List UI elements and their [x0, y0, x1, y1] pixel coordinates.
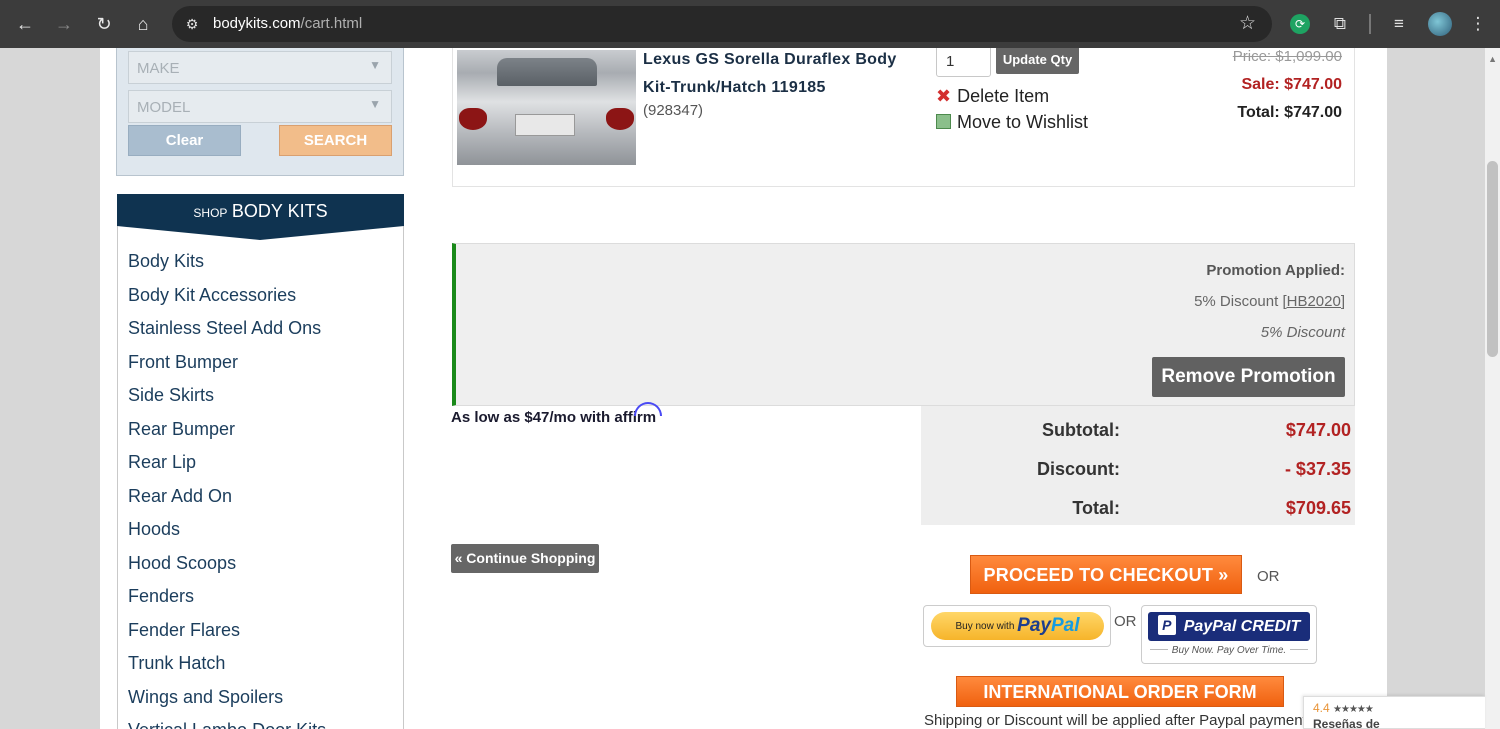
shipping-note: Shipping or Discount will be applied aft…	[924, 712, 1304, 729]
reviews-widget[interactable]: 4.4 ★★★★★ Reseñas de	[1303, 696, 1485, 729]
category-item[interactable]: Side Skirts	[128, 384, 326, 418]
review-rating: 4.4	[1313, 701, 1330, 715]
order-totals: Subtotal: $747.00 Discount: - $37.35 Tot…	[921, 406, 1355, 525]
paypal-credit-tagline: Buy Now. Pay Over Time.	[1142, 645, 1316, 656]
category-item[interactable]: Wings and Spoilers	[128, 686, 326, 720]
browser-toolbar: ← → ↻ ⌂ ⚙ bodykits.com/cart.html ☆ ⟳ ⧉ ≡…	[0, 0, 1500, 48]
subtotal-row: Subtotal: $747.00	[1042, 420, 1351, 440]
reviews-label: Reseñas de	[1313, 717, 1380, 729]
paypal-logo: PayPal	[1017, 615, 1080, 636]
move-to-wishlist-link[interactable]: Move to Wishlist	[936, 112, 1088, 133]
sale-price: Sale: $747.00	[1241, 76, 1342, 93]
original-price: Price: $1,099.00	[1232, 48, 1342, 65]
star-rating-icon: ★★★★★	[1333, 704, 1374, 715]
page-viewport: MAKE ▼ MODEL ▼ Clear SEARCH SHOP BODY KI…	[0, 48, 1500, 729]
category-item[interactable]: Hood Scoops	[128, 552, 326, 586]
reading-list-icon[interactable]: ≡	[1387, 12, 1411, 36]
or-label: OR	[1114, 613, 1137, 630]
promotion-heading: Promotion Applied:	[1206, 262, 1345, 279]
toolbar-divider	[1369, 14, 1371, 34]
extensions-puzzle-icon[interactable]: ⧉	[1328, 12, 1352, 36]
proceed-to-checkout-button[interactable]: PROCEED TO CHECKOUT »	[970, 555, 1242, 594]
promotion-panel: Promotion Applied: 5% Discount [HB2020] …	[452, 243, 1355, 406]
bookmark-star-icon[interactable]: ☆	[1239, 13, 1256, 35]
extension-icon[interactable]: ⟳	[1290, 14, 1310, 34]
category-item[interactable]: Front Bumper	[128, 351, 326, 385]
chevron-down-icon: ▼	[369, 97, 381, 111]
shop-body-kits-header: SHOP BODY KITS	[117, 194, 404, 226]
remove-promotion-button[interactable]: Remove Promotion	[1152, 357, 1345, 397]
wishlist-icon	[936, 114, 951, 129]
affirm-financing-link[interactable]: As low as $47/mo with affirm	[451, 402, 663, 426]
product-name-link[interactable]: Lexus GS Sorella Duraflex Body Kit-Trunk…	[643, 48, 903, 102]
discount-row: Discount: - $37.35	[1037, 459, 1351, 479]
cart-item: Lexus GS Sorella Duraflex Body Kit-Trunk…	[452, 48, 1355, 187]
paypal-credit-button[interactable]: P PayPal CREDIT	[1148, 612, 1310, 641]
quantity-input[interactable]: 1	[936, 48, 991, 77]
category-item[interactable]: Stainless Steel Add Ons	[128, 317, 326, 351]
paypal-buy-now-button[interactable]: Buy now with PayPal	[931, 612, 1104, 640]
reload-icon[interactable]: ↻	[92, 12, 116, 36]
delete-item-link[interactable]: ✖ Delete Item	[936, 86, 1049, 107]
chevron-down-icon: ▼	[369, 58, 381, 72]
profile-avatar[interactable]	[1428, 12, 1452, 36]
category-item[interactable]: Fenders	[128, 585, 326, 619]
promotion-code-line: 5% Discount [HB2020]	[1194, 293, 1345, 310]
delete-x-icon: ✖	[936, 86, 952, 106]
international-order-form-button[interactable]: INTERNATIONAL ORDER FORM	[956, 676, 1284, 707]
model-select[interactable]: MODEL ▼	[128, 90, 392, 123]
category-item[interactable]: Trunk Hatch	[128, 652, 326, 686]
category-item[interactable]: Hoods	[128, 518, 326, 552]
paypal-credit-box: P PayPal CREDIT Buy Now. Pay Over Time.	[1141, 605, 1317, 664]
category-item[interactable]: Fender Flares	[128, 619, 326, 653]
item-total: Total: $747.00	[1237, 104, 1342, 121]
promo-code-link[interactable]: [HB2020]	[1282, 293, 1345, 310]
address-bar[interactable]: ⚙ bodykits.com/cart.html ☆	[172, 6, 1272, 42]
category-item[interactable]: Rear Bumper	[128, 418, 326, 452]
continue-shopping-button[interactable]: « Continue Shopping	[451, 544, 599, 573]
clear-button[interactable]: Clear	[128, 125, 241, 156]
product-image[interactable]	[457, 50, 636, 165]
page-scrollbar[interactable]	[1485, 48, 1500, 729]
site-settings-icon[interactable]: ⚙	[182, 14, 202, 34]
paypal-buy-now-box: Buy now with PayPal	[923, 605, 1111, 647]
promotion-description: 5% Discount	[1260, 324, 1345, 341]
forward-arrow-icon[interactable]: →	[52, 12, 76, 36]
home-icon[interactable]: ⌂	[131, 12, 155, 36]
search-button[interactable]: SEARCH	[279, 125, 392, 156]
scroll-up-arrow-icon[interactable]: ▲	[1488, 54, 1497, 64]
back-arrow-icon[interactable]: ←	[13, 12, 37, 36]
update-qty-button[interactable]: Update Qty	[996, 48, 1079, 74]
scrollbar-thumb[interactable]	[1487, 161, 1498, 357]
affirm-logo: affirm	[614, 402, 663, 426]
category-item[interactable]: Body Kits	[128, 250, 326, 284]
category-item[interactable]: Rear Add On	[128, 485, 326, 519]
page-content: MAKE ▼ MODEL ▼ Clear SEARCH SHOP BODY KI…	[100, 48, 1387, 729]
total-row: Total: $709.65	[1072, 498, 1351, 518]
category-item[interactable]: Vertical Lambo Door Kits	[128, 719, 326, 729]
make-select[interactable]: MAKE ▼	[128, 51, 392, 84]
or-label: OR	[1257, 568, 1280, 585]
category-list: Body Kits Body Kit Accessories Stainless S…	[128, 250, 326, 729]
product-sku: (928347)	[643, 102, 704, 119]
vehicle-search-box: MAKE ▼ MODEL ▼ Clear SEARCH	[116, 48, 404, 176]
menu-kebab-icon[interactable]: ⋮	[1466, 12, 1490, 36]
category-header-arrow	[117, 226, 404, 240]
category-item[interactable]: Rear Lip	[128, 451, 326, 485]
url-text[interactable]: bodykits.com/cart.html	[213, 15, 362, 32]
paypal-p-icon: P	[1157, 615, 1176, 635]
category-item[interactable]: Body Kit Accessories	[128, 284, 326, 318]
